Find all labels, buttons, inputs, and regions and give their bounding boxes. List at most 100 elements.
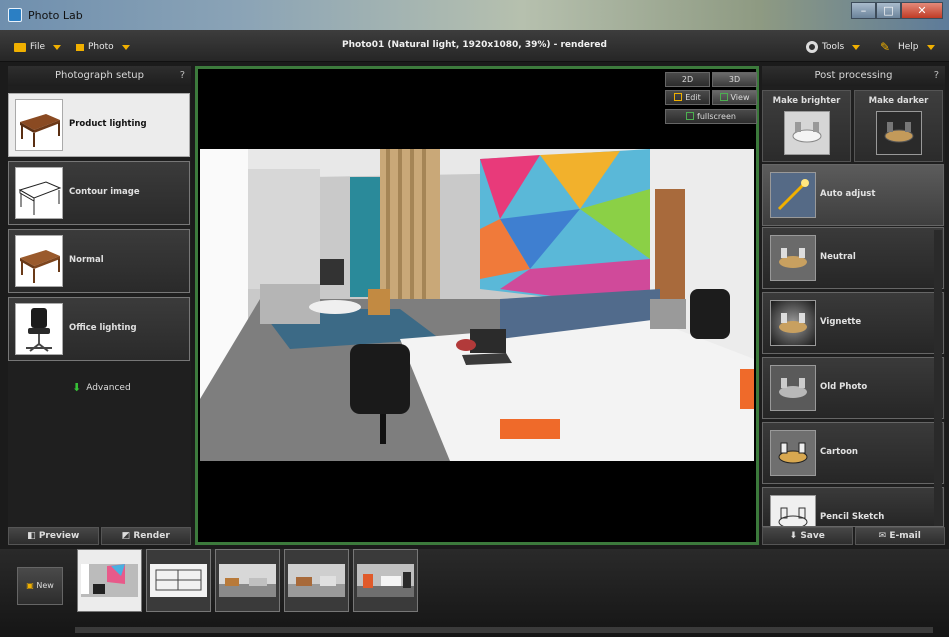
fullscreen-toggle[interactable]: fullscreen bbox=[665, 109, 757, 124]
window-controls: – □ ✕ bbox=[851, 2, 943, 19]
render-icon: ◩ bbox=[121, 531, 134, 541]
setup-item-office-lighting[interactable]: Office lighting bbox=[8, 297, 190, 361]
chevron-down-icon bbox=[926, 44, 935, 50]
email-button[interactable]: ✉ E-mail bbox=[854, 527, 945, 545]
setup-item-contour-image[interactable]: Contour image bbox=[8, 161, 190, 225]
pp-item-label: Vignette bbox=[820, 317, 862, 327]
filmstrip-thumbnail[interactable] bbox=[77, 549, 142, 612]
setup-item-label: Normal bbox=[69, 255, 104, 265]
title-bar: Photo Lab – □ ✕ bbox=[0, 0, 949, 30]
filmstrip-thumbnail[interactable] bbox=[284, 549, 349, 612]
preview-icon: ◧ bbox=[27, 531, 39, 541]
make-brighter-button[interactable]: Make brighter bbox=[762, 90, 851, 162]
filmstrip-thumbnail[interactable] bbox=[353, 549, 418, 612]
new-icon: ▣ bbox=[26, 581, 37, 590]
fullscreen-label: fullscreen bbox=[697, 112, 736, 121]
magic-wand-icon bbox=[770, 172, 816, 218]
email-icon: ✉ bbox=[878, 531, 890, 541]
maximize-button[interactable]: □ bbox=[876, 2, 901, 19]
help-button[interactable]: ? bbox=[934, 66, 939, 86]
pp-item-label: Neutral bbox=[820, 252, 856, 262]
pp-item-label: Pencil Sketch bbox=[820, 512, 885, 522]
pp-item-label: Auto adjust bbox=[820, 189, 876, 199]
filmstrip-thumbnail[interactable] bbox=[215, 549, 280, 612]
minimize-button[interactable]: – bbox=[851, 2, 876, 19]
photo-thumbnail-image bbox=[357, 564, 414, 597]
render-button[interactable]: ◩ Render bbox=[100, 527, 191, 545]
help-menu[interactable]: ✎ Help bbox=[880, 40, 935, 54]
menu-bar: File Photo Photo01 (Natural light, 1920x… bbox=[0, 30, 949, 62]
checkbox-icon bbox=[719, 93, 728, 101]
filmstrip-thumbnail[interactable] bbox=[146, 549, 211, 612]
right-action-buttons: ⬇ Save ✉ E-mail bbox=[762, 527, 945, 545]
neutral-preview-icon bbox=[770, 235, 816, 281]
view-2d-button[interactable]: 2D bbox=[665, 72, 710, 87]
help-icon: ✎ bbox=[880, 40, 891, 54]
old-photo-preview-icon bbox=[770, 365, 816, 411]
panel-header: Photograph setup ? bbox=[8, 66, 191, 86]
pp-item-label: Cartoon bbox=[820, 447, 858, 457]
setup-item-normal[interactable]: Normal bbox=[8, 229, 190, 293]
setup-item-product-lighting[interactable]: Product lighting bbox=[8, 93, 190, 157]
preview-label: Preview bbox=[38, 531, 80, 541]
post-processing-panel: Post processing ? Make brighter Make dar… bbox=[762, 66, 945, 544]
wooden-table-icon bbox=[15, 235, 63, 287]
wooden-table-icon bbox=[15, 99, 63, 151]
bright-preview-icon bbox=[784, 111, 830, 155]
pp-item-old-photo[interactable]: Old Photo bbox=[762, 357, 944, 419]
help-button[interactable]: ? bbox=[180, 66, 185, 86]
email-label: E-mail bbox=[889, 531, 921, 541]
checkbox-icon bbox=[674, 93, 683, 101]
tools-menu[interactable]: Tools bbox=[806, 40, 861, 54]
render-label: Render bbox=[133, 531, 170, 541]
pp-item-label: Old Photo bbox=[820, 382, 868, 392]
photo-thumbnail-image bbox=[219, 564, 276, 597]
advanced-link[interactable]: ⬇ Advanced bbox=[72, 381, 131, 394]
cartoon-preview-icon bbox=[770, 430, 816, 476]
arrow-down-icon: ⬇ bbox=[72, 381, 82, 394]
view-3d-button[interactable]: 3D bbox=[712, 72, 757, 87]
make-brighter-label: Make brighter bbox=[772, 96, 841, 106]
office-chair-icon bbox=[15, 303, 63, 355]
filmstrip: ▣ New bbox=[0, 549, 949, 637]
new-photo-button[interactable]: ▣ New bbox=[17, 567, 63, 605]
pp-item-cartoon[interactable]: Cartoon bbox=[762, 422, 944, 484]
checkbox-icon bbox=[686, 112, 695, 120]
save-button[interactable]: ⬇ Save bbox=[762, 527, 853, 545]
save-label: Save bbox=[800, 531, 825, 541]
view-toggle[interactable]: View bbox=[712, 90, 757, 105]
edit-label: Edit bbox=[685, 93, 701, 102]
photo-thumbnail-image bbox=[288, 564, 345, 597]
photo-lab-app-icon bbox=[8, 8, 22, 22]
new-label: New bbox=[36, 581, 54, 590]
photo-thumbnail-image bbox=[81, 564, 138, 597]
left-action-buttons: ◧ Preview ◩ Render bbox=[8, 527, 191, 545]
table-outline-icon bbox=[15, 167, 63, 219]
make-darker-button[interactable]: Make darker bbox=[854, 90, 943, 162]
render-viewport[interactable]: 2D 3D Edit View fullscreen bbox=[195, 66, 759, 545]
setup-item-label: Product lighting bbox=[69, 119, 147, 129]
pp-item-vignette[interactable]: Vignette bbox=[762, 292, 944, 354]
edit-toggle[interactable]: Edit bbox=[665, 90, 710, 105]
save-icon: ⬇ bbox=[789, 531, 801, 541]
panel-header: Post processing ? bbox=[762, 66, 945, 86]
view-label: View bbox=[730, 93, 750, 102]
setup-item-label: Office lighting bbox=[69, 323, 137, 333]
post-processing-scrollbar[interactable] bbox=[934, 230, 942, 526]
pp-item-pencil-sketch[interactable]: Pencil Sketch bbox=[762, 487, 944, 527]
pp-item-neutral[interactable]: Neutral bbox=[762, 227, 944, 289]
advanced-label: Advanced bbox=[86, 382, 131, 393]
setup-item-label: Contour image bbox=[69, 187, 140, 197]
chevron-down-icon bbox=[852, 44, 861, 50]
rendered-office-image bbox=[200, 149, 754, 461]
make-darker-label: Make darker bbox=[868, 96, 929, 106]
preview-button[interactable]: ◧ Preview bbox=[8, 527, 99, 545]
help-menu-label: Help bbox=[898, 42, 919, 52]
tools-menu-label: Tools bbox=[822, 42, 845, 52]
vignette-preview-icon bbox=[770, 300, 816, 346]
pp-item-auto-adjust[interactable]: Auto adjust bbox=[762, 164, 944, 226]
close-button[interactable]: ✕ bbox=[901, 2, 943, 19]
photograph-setup-panel: Photograph setup ? Product lighting Cont… bbox=[8, 66, 191, 544]
panel-title: Photograph setup bbox=[55, 70, 144, 81]
filmstrip-scrollbar[interactable] bbox=[75, 627, 933, 633]
